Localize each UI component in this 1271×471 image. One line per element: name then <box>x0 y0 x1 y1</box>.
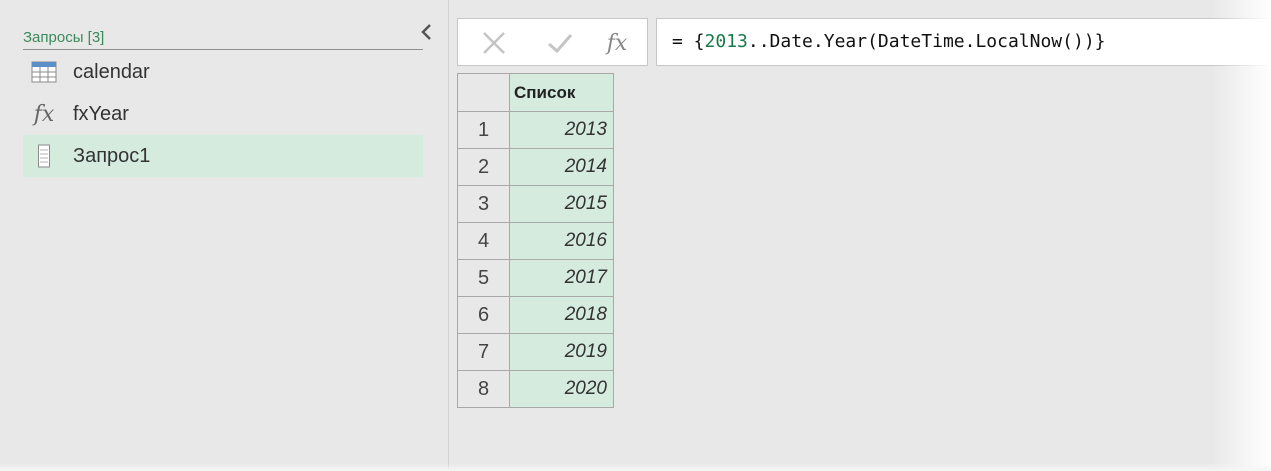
row-number[interactable]: 5 <box>457 259 510 297</box>
table-row: 8 2020 <box>457 370 614 408</box>
column-header[interactable]: Список <box>509 73 614 112</box>
chevron-left-icon <box>421 24 431 40</box>
close-icon <box>483 32 505 54</box>
fx-glyph: fx <box>33 101 55 127</box>
table-cell[interactable]: 2017 <box>509 259 614 297</box>
row-number[interactable]: 8 <box>457 370 510 408</box>
row-number[interactable]: 7 <box>457 333 510 371</box>
table-cell[interactable]: 2016 <box>509 222 614 260</box>
queries-title: Запросы [3] <box>23 29 105 46</box>
table-row: 5 2017 <box>457 259 614 297</box>
row-number[interactable]: 6 <box>457 296 510 334</box>
query-item-calendar[interactable]: calendar <box>23 51 423 93</box>
row-number[interactable]: 1 <box>457 111 510 149</box>
table-row: 3 2015 <box>457 185 614 223</box>
queries-header: Запросы [3] <box>23 27 423 50</box>
table-cell[interactable]: 2013 <box>509 111 614 149</box>
fx-icon: fx <box>606 30 628 56</box>
table-row: 1 2013 <box>457 111 614 149</box>
formula-controls: fx <box>457 18 648 66</box>
formula-suffix: ..Date.Year(DateTime.LocalNow())} <box>747 31 1106 52</box>
cancel-button[interactable] <box>478 27 510 59</box>
query-label: Запрос1 <box>73 144 151 167</box>
table-row: 4 2016 <box>457 222 614 260</box>
collapse-pane-button[interactable] <box>416 21 436 43</box>
check-icon <box>548 34 573 54</box>
table-cell[interactable]: 2019 <box>509 333 614 371</box>
formula-input[interactable]: = {2013..Date.Year(DateTime.LocalNow())} <box>656 18 1271 66</box>
formula-prefix: = { <box>672 31 705 52</box>
grid-corner[interactable] <box>457 73 510 112</box>
function-icon: fx <box>31 101 57 127</box>
table-row: 7 2019 <box>457 333 614 371</box>
right-edge-fade <box>1211 0 1271 471</box>
insert-function-button[interactable]: fx <box>601 27 633 59</box>
table-icon <box>31 59 57 85</box>
table-row: 2 2014 <box>457 148 614 186</box>
row-number[interactable]: 3 <box>457 185 510 223</box>
row-number[interactable]: 4 <box>457 222 510 260</box>
table-cell[interactable]: 2014 <box>509 148 614 186</box>
commit-button[interactable] <box>544 27 576 59</box>
row-number[interactable]: 2 <box>457 148 510 186</box>
table-row: 6 2018 <box>457 296 614 334</box>
query-label: fxYear <box>73 102 129 125</box>
query-label: calendar <box>73 60 150 83</box>
query-item-zapros1[interactable]: Запрос1 <box>23 135 423 177</box>
query-item-fxyear[interactable]: fx fxYear <box>23 93 423 135</box>
data-grid: Список 1 2013 2 2014 3 2015 4 2016 5 201… <box>457 73 614 408</box>
formula-number: 2013 <box>704 31 748 52</box>
table-cell[interactable]: 2015 <box>509 185 614 223</box>
table-cell[interactable]: 2020 <box>509 370 614 408</box>
table-cell[interactable]: 2018 <box>509 296 614 334</box>
queries-pane: Запросы [3] calendar fx fxYear Запрос1 <box>0 0 449 471</box>
list-icon <box>31 143 57 169</box>
